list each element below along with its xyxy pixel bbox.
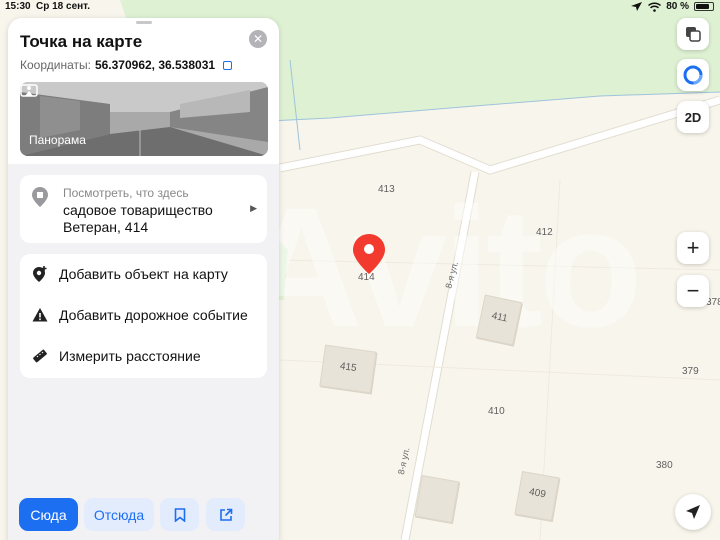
place-card-panel: Точка на карте ✕ Координаты: 56.370962, … — [8, 18, 279, 540]
status-bar: 15:30 Ср 18 сент. 80 % — [0, 0, 720, 14]
layers-button[interactable] — [677, 18, 709, 50]
panorama-label: Панорама — [29, 133, 86, 147]
place-icon — [32, 187, 48, 207]
zoom-in-button[interactable]: + — [677, 232, 709, 264]
share-icon — [219, 508, 232, 521]
map-mode-button[interactable]: 2D — [677, 101, 709, 133]
route-from-button[interactable]: Отсюда — [84, 498, 154, 531]
warning-icon — [32, 308, 48, 322]
what-is-here-card[interactable]: Посмотреть, что здесь садовое товарищест… — [20, 175, 267, 243]
ruler-icon — [33, 349, 47, 363]
route-here-button[interactable]: Сюда — [19, 498, 78, 531]
add-object-action[interactable]: Добавить объект на карту — [20, 255, 267, 293]
panel-grabber[interactable] — [136, 21, 152, 24]
action-label: Измерить расстояние — [59, 348, 201, 364]
what-here-hint: Посмотреть, что здесь — [63, 186, 189, 200]
close-icon: ✕ — [252, 32, 264, 46]
share-button[interactable] — [206, 498, 245, 531]
my-location-button[interactable] — [675, 494, 711, 530]
panel-title: Точка на карте — [20, 32, 143, 51]
add-place-icon — [33, 266, 47, 282]
panel-header: Точка на карте ✕ Координаты: 56.370962, … — [8, 18, 279, 164]
coordinates-label: Координаты: — [20, 58, 91, 72]
action-label: Добавить дорожное событие — [59, 307, 248, 323]
alice-icon — [683, 65, 703, 85]
close-button[interactable]: ✕ — [249, 30, 267, 48]
building[interactable] — [414, 475, 460, 523]
plot-label: 410 — [488, 406, 505, 417]
zoom-out-button[interactable]: − — [677, 275, 709, 307]
watermark-text: Avito — [240, 173, 643, 363]
status-date: Ср 18 сент. — [36, 1, 90, 12]
status-time: 15:30 — [5, 1, 31, 12]
panorama-icon — [20, 84, 38, 97]
coordinates-row: Координаты: 56.370962, 36.538031 — [20, 58, 267, 72]
pin-label: 414 — [358, 272, 375, 283]
plot-label: 413 — [378, 184, 395, 195]
building[interactable]: 415 — [319, 344, 377, 394]
wifi-icon — [648, 1, 662, 12]
location-pin-icon[interactable] — [352, 233, 386, 275]
chevron-right-icon: ▶ — [250, 203, 257, 213]
navigation-arrow-icon — [686, 505, 700, 519]
what-here-address: садовое товарищество Ветеран, 414 — [63, 202, 213, 235]
copy-icon[interactable] — [223, 60, 233, 70]
layers-icon — [686, 27, 701, 42]
battery-icon — [694, 2, 714, 11]
bottom-action-bar: Сюда Отсюда — [8, 488, 279, 540]
panorama-preview[interactable]: Панорама — [20, 82, 268, 156]
measure-distance-action[interactable]: Измерить расстояние — [20, 337, 267, 375]
bookmark-button[interactable] — [160, 498, 199, 531]
building[interactable]: 409 — [514, 471, 560, 521]
bookmark-icon — [174, 507, 185, 522]
plot-label: 380 — [656, 460, 673, 471]
action-label: Добавить объект на карту — [59, 266, 228, 282]
alice-assistant-button[interactable] — [677, 59, 709, 91]
location-arrow-icon — [631, 2, 643, 11]
add-road-event-action[interactable]: Добавить дорожное событие — [20, 296, 267, 334]
plot-label: 412 — [536, 227, 553, 238]
actions-card: Добавить объект на карту Добавить дорожн… — [20, 254, 267, 378]
battery-percent: 80 % — [666, 1, 689, 12]
coordinates-value: 56.370962, 36.538031 — [94, 58, 216, 72]
plot-label: 379 — [682, 366, 699, 377]
